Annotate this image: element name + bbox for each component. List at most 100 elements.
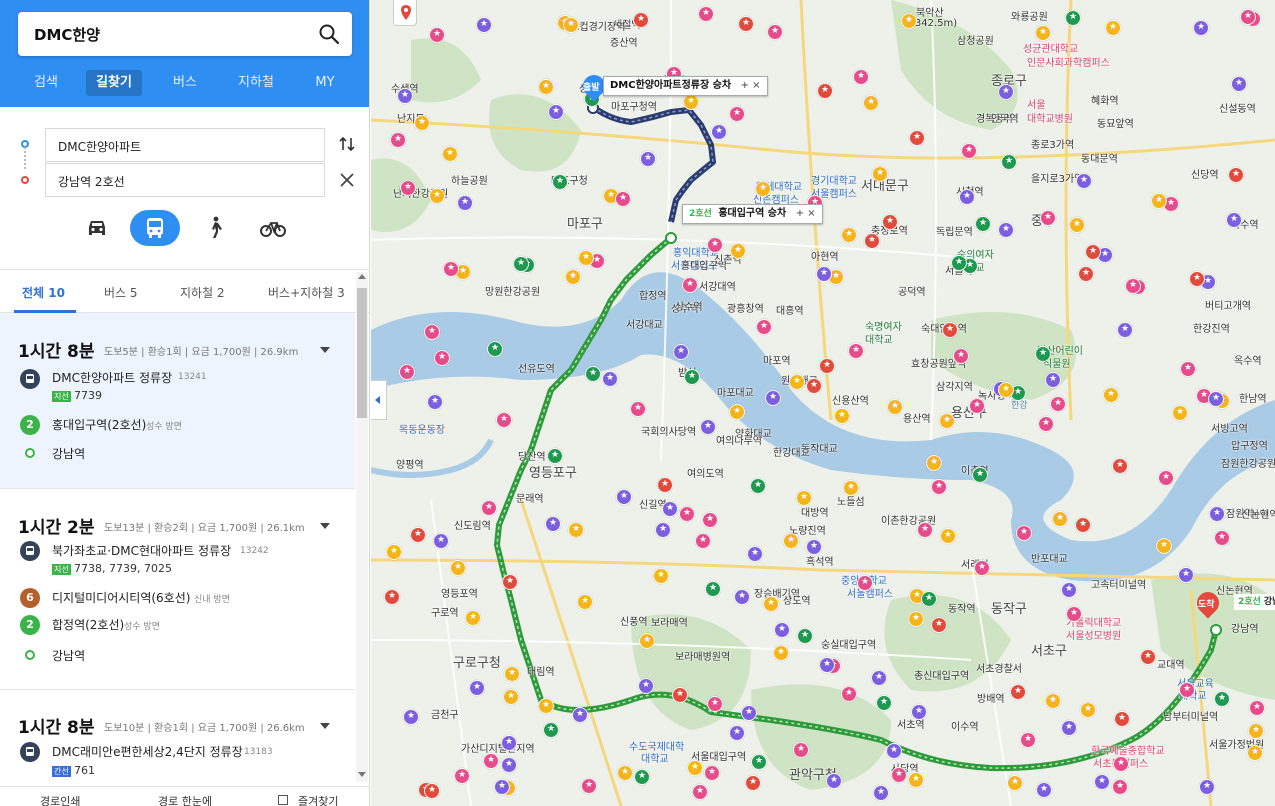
map-label[interactable]: 대흥역 xyxy=(776,302,804,317)
map-label[interactable]: 인문사회과학캠퍼스 xyxy=(1027,54,1110,69)
map-label[interactable]: 마포역 xyxy=(763,352,791,367)
poi-marker-icon[interactable]: ★ xyxy=(1075,517,1091,533)
map-label[interactable]: 서강대역 xyxy=(699,278,736,293)
poi-marker-icon[interactable]: ★ xyxy=(942,322,958,338)
poi-marker-icon[interactable]: ★ xyxy=(639,633,655,649)
poi-marker-icon[interactable]: ★ xyxy=(767,24,783,40)
poi-marker-icon[interactable]: ★ xyxy=(741,705,757,721)
poi-marker-icon[interactable]: ★ xyxy=(1240,9,1256,25)
poi-marker-icon[interactable]: ★ xyxy=(1080,702,1096,718)
poi-marker-icon[interactable]: ★ xyxy=(483,753,499,769)
poi-marker-icon[interactable]: ★ xyxy=(692,784,708,800)
poi-marker-icon[interactable]: ★ xyxy=(853,69,869,85)
map-tool-icon[interactable] xyxy=(393,0,417,26)
poi-marker-icon[interactable]: ★ xyxy=(695,533,711,549)
route-overview-button[interactable]: 경로 한눈에 xyxy=(158,793,212,806)
poi-marker-icon[interactable]: ★ xyxy=(679,506,695,522)
poi-marker-icon[interactable]: ★ xyxy=(494,779,510,795)
map-label[interactable]: 신도림역 xyxy=(454,517,491,532)
poi-marker-icon[interactable]: ★ xyxy=(700,419,716,435)
poi-marker-icon[interactable]: ★ xyxy=(1038,416,1054,432)
poi-marker-icon[interactable]: ★ xyxy=(931,617,947,633)
map-label[interactable]: 신풍역 xyxy=(620,613,648,628)
map-label[interactable]: 방배역 xyxy=(977,690,1005,705)
poi-marker-icon[interactable]: ★ xyxy=(806,539,822,555)
poi-marker-icon[interactable]: ★ xyxy=(384,589,400,605)
poi-marker-icon[interactable]: ★ xyxy=(1214,691,1230,707)
map-label[interactable]: 삼청공원 xyxy=(957,32,994,47)
poi-marker-icon[interactable]: ★ xyxy=(998,382,1014,398)
popup-actions[interactable]: + × xyxy=(741,77,761,95)
map-label[interactable]: 압구정역 xyxy=(1231,437,1268,452)
poi-marker-icon[interactable]: ★ xyxy=(399,364,415,380)
poi-marker-icon[interactable]: ★ xyxy=(1178,567,1194,583)
map-label[interactable]: 숭실대입구역 xyxy=(821,636,876,651)
map-label[interactable]: 반포대교 xyxy=(1031,550,1068,565)
poi-marker-icon[interactable]: ★ xyxy=(797,628,813,644)
poi-marker-icon[interactable]: ★ xyxy=(581,778,597,794)
poi-marker-icon[interactable]: ★ xyxy=(1112,458,1128,474)
map-label[interactable]: 공덕역 xyxy=(898,283,926,298)
poi-marker-icon[interactable]: ★ xyxy=(465,610,481,626)
map-label[interactable]: 대학교 xyxy=(641,750,669,765)
poi-marker-icon[interactable]: ★ xyxy=(434,350,450,366)
map-label[interactable]: 총신대입구역 xyxy=(914,667,969,682)
poi-marker-icon[interactable]: ★ xyxy=(429,188,445,204)
results-scrollbar[interactable] xyxy=(356,272,368,782)
poi-marker-icon[interactable]: ★ xyxy=(707,237,723,253)
route-card[interactable]: 1시간 8분 도보10분 | 환승1회 | 요금 1,700원 | 26.6km… xyxy=(0,690,355,783)
poi-marker-icon[interactable]: ★ xyxy=(476,17,492,33)
poi-marker-icon[interactable]: ★ xyxy=(908,611,924,627)
map-label[interactable]: 신설동역 xyxy=(1219,100,1256,115)
poi-marker-icon[interactable]: ★ xyxy=(410,527,426,543)
poi-marker-icon[interactable]: ★ xyxy=(891,767,907,783)
poi-marker-icon[interactable]: ★ xyxy=(917,522,933,538)
poi-marker-icon[interactable]: ★ xyxy=(1094,774,1110,790)
poi-marker-icon[interactable]: ★ xyxy=(1114,711,1130,727)
poi-marker-icon[interactable]: ★ xyxy=(1112,779,1128,795)
poi-marker-icon[interactable]: ★ xyxy=(662,501,678,517)
search-icon[interactable] xyxy=(318,23,340,45)
poi-marker-icon[interactable]: ★ xyxy=(848,343,864,359)
poi-marker-icon[interactable]: ★ xyxy=(909,130,925,146)
poi-marker-icon[interactable]: ★ xyxy=(572,707,588,723)
poi-marker-icon[interactable]: ★ xyxy=(841,686,857,702)
poi-marker-icon[interactable]: ★ xyxy=(638,678,654,694)
poi-marker-icon[interactable]: ★ xyxy=(424,783,440,799)
map-label[interactable]: 영등포역 xyxy=(441,585,478,600)
poi-marker-icon[interactable]: ★ xyxy=(1069,217,1085,233)
poi-marker-icon[interactable]: ★ xyxy=(882,214,898,230)
poi-marker-icon[interactable]: ★ xyxy=(1248,723,1264,739)
mode-walk-button[interactable] xyxy=(190,210,240,246)
map-label[interactable]: 고속터미널역 xyxy=(1091,576,1146,591)
chevron-down-icon[interactable] xyxy=(320,347,330,353)
poi-marker-icon[interactable]: ★ xyxy=(773,645,789,661)
poi-marker-icon[interactable]: ★ xyxy=(615,191,631,207)
poi-marker-icon[interactable]: ★ xyxy=(1226,212,1242,228)
poi-marker-icon[interactable]: ★ xyxy=(751,754,767,770)
map-label[interactable]: 옥수역 xyxy=(1234,352,1262,367)
poi-marker-icon[interactable]: ★ xyxy=(1179,682,1195,698)
poi-marker-icon[interactable]: ★ xyxy=(400,180,416,196)
poi-marker-icon[interactable]: ★ xyxy=(819,358,835,374)
map-label[interactable]: 동작구 xyxy=(991,598,1027,617)
poi-marker-icon[interactable]: ★ xyxy=(974,560,990,576)
mode-bike-button[interactable] xyxy=(248,210,298,246)
poi-marker-icon[interactable]: ★ xyxy=(565,269,581,285)
poi-marker-icon[interactable]: ★ xyxy=(1247,745,1263,761)
map-label[interactable]: (342.5m) xyxy=(911,18,957,29)
map-label[interactable]: 망원한강공원 xyxy=(485,283,540,298)
poi-marker-icon[interactable]: ★ xyxy=(403,709,419,725)
map-label[interactable]: 논현역 xyxy=(1251,506,1275,521)
poi-marker-icon[interactable]: ★ xyxy=(616,489,632,505)
poi-marker-icon[interactable]: ★ xyxy=(729,106,745,122)
map-label[interactable]: 서빙고역 xyxy=(1211,420,1248,435)
poi-marker-icon[interactable]: ★ xyxy=(1156,538,1172,554)
poi-marker-icon[interactable]: ★ xyxy=(1036,782,1052,798)
poi-marker-icon[interactable]: ★ xyxy=(633,12,649,28)
poi-marker-icon[interactable]: ★ xyxy=(1016,525,1032,541)
map-label[interactable]: 독립문역 xyxy=(936,223,973,238)
map-label[interactable]: 서울 xyxy=(1027,96,1045,111)
poi-marker-icon[interactable]: ★ xyxy=(1010,684,1026,700)
map-label[interactable]: 잠원한강공원 xyxy=(1221,455,1275,470)
